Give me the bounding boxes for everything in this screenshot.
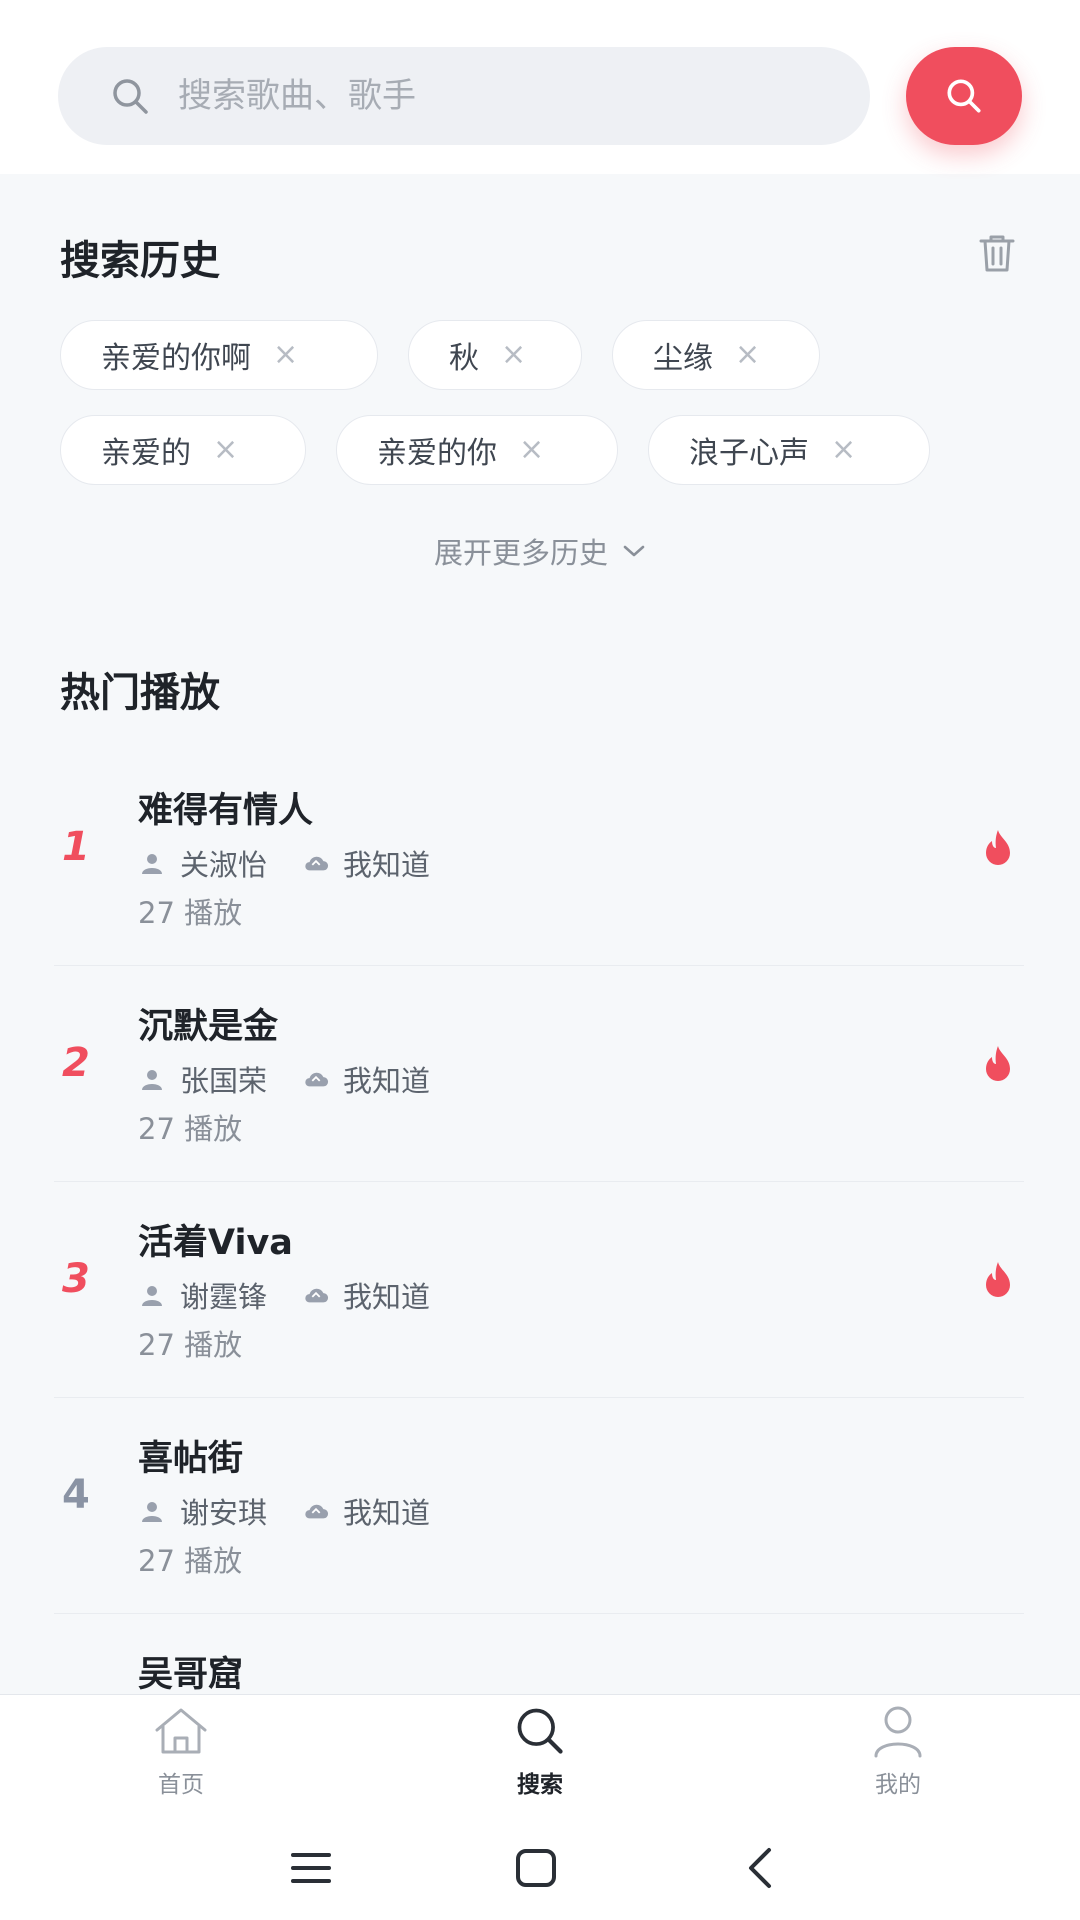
- play-count: 27 播放: [138, 1112, 243, 1146]
- square-icon: [514, 1848, 558, 1888]
- hot-plays-title: 热门播放: [60, 670, 220, 716]
- remove-chip-icon[interactable]: ×: [831, 435, 856, 465]
- history-chip[interactable]: 秋 ×: [408, 320, 582, 390]
- song-meta: 关淑怡 我知道: [140, 842, 430, 884]
- artist-name: 谢安琪: [180, 1496, 268, 1530]
- rank-number: 1: [62, 824, 90, 870]
- system-home-button[interactable]: [506, 1840, 566, 1896]
- history-chip-label: 亲爱的你啊: [101, 341, 251, 376]
- song-row[interactable]: 2 沉默是金 张国荣 我知道 27 播放: [54, 966, 1024, 1182]
- artist-name: 关淑怡: [180, 848, 268, 882]
- cloud-icon: [303, 1282, 329, 1308]
- history-chip-label: 尘缘: [653, 341, 713, 376]
- song-row[interactable]: 4 喜帖街 谢安琪 我知道 27 播放: [54, 1398, 1024, 1614]
- song-title: 喜帖街: [138, 1439, 244, 1479]
- search-header: [0, 0, 1080, 174]
- expand-history-link[interactable]: 展开更多历史: [0, 530, 1080, 572]
- home-icon: [153, 1703, 209, 1759]
- user-icon: [870, 1703, 926, 1759]
- tab-label: 首页: [158, 1772, 204, 1798]
- play-count: 27 播放: [138, 1544, 243, 1578]
- history-title: 搜索历史: [60, 238, 220, 284]
- bottom-tab-bar: 首页 搜索 我的: [0, 1694, 1080, 1816]
- history-chip-label: 浪子心声: [689, 436, 809, 471]
- fire-icon: [978, 1260, 1018, 1300]
- remove-chip-icon[interactable]: ×: [735, 340, 760, 370]
- song-row[interactable]: 1 难得有情人 关淑怡 我知道 27 播放: [54, 750, 1024, 966]
- album-name: 我知道: [343, 1064, 431, 1098]
- fire-icon: [978, 1044, 1018, 1084]
- search-icon: [512, 1703, 568, 1759]
- remove-chip-icon[interactable]: ×: [213, 435, 238, 465]
- tab-search[interactable]: 搜索: [460, 1703, 620, 1809]
- play-count: 27 播放: [138, 1328, 243, 1362]
- song-row[interactable]: 3 活着Viva 谢霆锋 我知道 27 播放: [54, 1182, 1024, 1398]
- cloud-icon: [303, 1066, 329, 1092]
- history-chip[interactable]: 亲爱的你 ×: [336, 415, 618, 485]
- system-back-button[interactable]: [731, 1840, 791, 1896]
- tab-label: 搜索: [517, 1772, 563, 1798]
- remove-chip-icon[interactable]: ×: [273, 340, 298, 370]
- remove-chip-icon[interactable]: ×: [519, 435, 544, 465]
- song-title: 难得有情人: [138, 791, 314, 831]
- rank-number: 4: [62, 1472, 90, 1518]
- album-name: 我知道: [343, 1280, 431, 1314]
- history-chip-label: 秋: [449, 341, 479, 376]
- remove-chip-icon[interactable]: ×: [501, 340, 526, 370]
- song-title: 活着Viva: [138, 1223, 293, 1263]
- tab-home[interactable]: 首页: [101, 1703, 261, 1809]
- search-submit-button[interactable]: [906, 47, 1022, 145]
- search-input[interactable]: [178, 66, 778, 126]
- cloud-icon: [303, 1498, 329, 1524]
- chevron-down-icon: [622, 543, 646, 559]
- history-chip-label: 亲爱的你: [377, 436, 497, 471]
- user-icon: [140, 1498, 166, 1524]
- expand-history-label: 展开更多历史: [433, 536, 608, 570]
- song-title: 吴哥窟: [138, 1655, 244, 1695]
- back-arrow-icon: [743, 1846, 779, 1890]
- history-chip[interactable]: 浪子心声 ×: [648, 415, 930, 485]
- clear-history-button[interactable]: [974, 230, 1020, 276]
- rank-number: 3: [62, 1256, 90, 1302]
- search-bar[interactable]: [58, 47, 870, 145]
- trash-icon: [978, 233, 1016, 273]
- user-icon: [140, 1066, 166, 1092]
- artist-name: 谢霆锋: [180, 1280, 268, 1314]
- album-name: 我知道: [343, 848, 431, 882]
- song-meta: 谢安琪 我知道: [140, 1490, 430, 1532]
- history-chip[interactable]: 亲爱的你啊 ×: [60, 320, 378, 390]
- song-title: 沉默是金: [138, 1007, 279, 1047]
- user-icon: [140, 1282, 166, 1308]
- tab-me[interactable]: 我的: [818, 1703, 978, 1809]
- search-icon: [108, 74, 152, 118]
- song-meta: 谢霆锋 我知道: [140, 1274, 430, 1316]
- tab-label: 我的: [875, 1772, 921, 1798]
- cloud-icon: [303, 850, 329, 876]
- user-icon: [140, 850, 166, 876]
- rank-number: 2: [62, 1040, 90, 1086]
- song-meta: 张国荣 我知道: [140, 1058, 430, 1100]
- play-count: 27 播放: [138, 896, 243, 930]
- album-name: 我知道: [343, 1496, 431, 1530]
- artist-name: 张国荣: [180, 1064, 268, 1098]
- history-chip[interactable]: 尘缘 ×: [612, 320, 820, 390]
- history-chip[interactable]: 亲爱的 ×: [60, 415, 306, 485]
- search-icon: [943, 75, 985, 117]
- history-chip-label: 亲爱的: [101, 436, 191, 471]
- recent-apps-button[interactable]: [281, 1840, 341, 1896]
- menu-icon: [289, 1850, 333, 1886]
- fire-icon: [978, 828, 1018, 868]
- system-nav-bar: [0, 1816, 1080, 1920]
